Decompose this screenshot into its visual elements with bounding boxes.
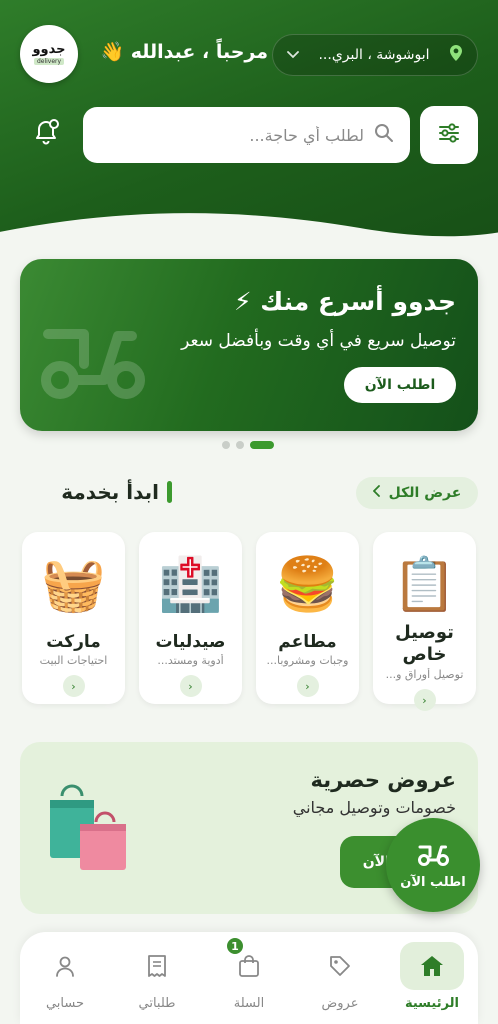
- chevron-left-icon[interactable]: ‹: [413, 689, 436, 711]
- chevron-left-icon[interactable]: ‹: [179, 675, 202, 697]
- service-description: احتياجات البيت: [39, 654, 108, 667]
- service-description: توصيل أوراق و...: [385, 668, 464, 681]
- nav-account[interactable]: حسابي: [25, 942, 105, 1018]
- tag-icon: [315, 942, 365, 990]
- carousel-dot-active[interactable]: [250, 441, 274, 449]
- burger-icon: 🍔: [275, 555, 340, 615]
- offers-subtitle: خصومات وتوصيل مجاني: [292, 798, 456, 817]
- carousel-dot[interactable]: [222, 441, 230, 449]
- user-icon: [40, 942, 90, 990]
- home-icon: [400, 942, 464, 990]
- scooter-icon: [417, 841, 449, 871]
- header-wave: [0, 213, 498, 250]
- banner-title: جدوو أسرع منك ⚡: [234, 287, 456, 316]
- services-section-title: ابدأ بخدمة: [61, 480, 172, 504]
- chevron-down-icon: [287, 48, 299, 62]
- service-description: وجبات ومشروبا...: [266, 654, 349, 667]
- clipboard-icon: 📋: [392, 555, 457, 615]
- cart-badge: 1: [225, 936, 245, 956]
- nav-label: الرئيسية: [404, 996, 460, 1011]
- nav-orders[interactable]: طلباتي: [117, 942, 197, 1018]
- view-all-button[interactable]: عرض الكل: [356, 477, 478, 509]
- chevron-left-icon: [372, 485, 381, 501]
- logo-subtext: delivery: [33, 58, 65, 65]
- chevron-left-icon[interactable]: ‹: [62, 675, 85, 697]
- service-card-special-delivery[interactable]: 📋 توصيل خاص توصيل أوراق و... ‹: [373, 532, 476, 711]
- service-name: مطاعم: [278, 632, 337, 652]
- filter-button[interactable]: [420, 106, 478, 164]
- carousel-dot[interactable]: [236, 441, 244, 449]
- banner-subtitle: توصيل سريع في أي وقت وبأفضل سعر: [181, 331, 456, 351]
- nav-label: عروض: [321, 996, 359, 1011]
- nav-label: حسابي: [45, 996, 85, 1011]
- offers-title: عروض حصرية: [310, 768, 456, 792]
- nav-offers[interactable]: عروض: [300, 942, 380, 1018]
- bottom-navigation: الرئيسية عروض السلة طلباتي حسابي: [20, 932, 478, 1024]
- view-all-label: عرض الكل: [388, 485, 462, 501]
- notifications-button[interactable]: [30, 116, 66, 152]
- scooter-icon: [38, 314, 148, 408]
- sliders-icon: [438, 123, 460, 147]
- service-name: ماركت: [46, 632, 101, 652]
- banner-order-button[interactable]: اطلب الآن: [344, 367, 456, 403]
- fab-label: اطلب الآن: [400, 874, 466, 890]
- nav-label: طلباتي: [138, 996, 176, 1011]
- section-accent-bar: [167, 481, 172, 503]
- logo-text: جدوو: [32, 42, 66, 57]
- service-name: توصيل خاص: [395, 622, 454, 665]
- carousel-indicator: [222, 441, 274, 449]
- location-pin-icon: [449, 45, 463, 65]
- hospital-icon: 🏥: [158, 555, 223, 615]
- greeting-text: مرحباً ، عبدالله 👋: [100, 41, 268, 63]
- service-card-restaurants[interactable]: 🍔 مطاعم وجبات ومشروبا... ‹: [256, 532, 359, 704]
- bell-icon: [34, 117, 62, 151]
- chevron-left-icon[interactable]: ‹: [296, 675, 319, 697]
- search-bar[interactable]: [83, 107, 410, 163]
- services-title-text: ابدأ بخدمة: [61, 480, 159, 504]
- basket-icon: 🧺: [41, 555, 106, 615]
- promo-banner[interactable]: جدوو أسرع منك ⚡ توصيل سريع في أي وقت وبأ…: [20, 259, 478, 431]
- receipt-icon: [132, 942, 182, 990]
- nav-label: السلة: [233, 996, 265, 1011]
- location-text: ابوشوشة ، البري...: [318, 47, 430, 63]
- service-card-pharmacies[interactable]: 🏥 صيدليات أدوية ومستد... ‹: [139, 532, 242, 704]
- service-description: أدوية ومستد...: [157, 654, 224, 667]
- shopping-bags-icon: [44, 784, 134, 874]
- location-selector[interactable]: ابوشوشة ، البري...: [272, 34, 478, 76]
- quick-order-fab[interactable]: اطلب الآن: [386, 818, 480, 912]
- service-card-market[interactable]: 🧺 ماركت احتياجات البيت ‹: [22, 532, 125, 704]
- service-name: صيدليات: [155, 632, 226, 652]
- search-icon: [374, 123, 394, 147]
- nav-home[interactable]: الرئيسية: [392, 942, 472, 1018]
- app-logo[interactable]: جدوو delivery: [20, 25, 78, 83]
- nav-cart[interactable]: السلة: [209, 942, 289, 1018]
- search-input[interactable]: [124, 125, 364, 145]
